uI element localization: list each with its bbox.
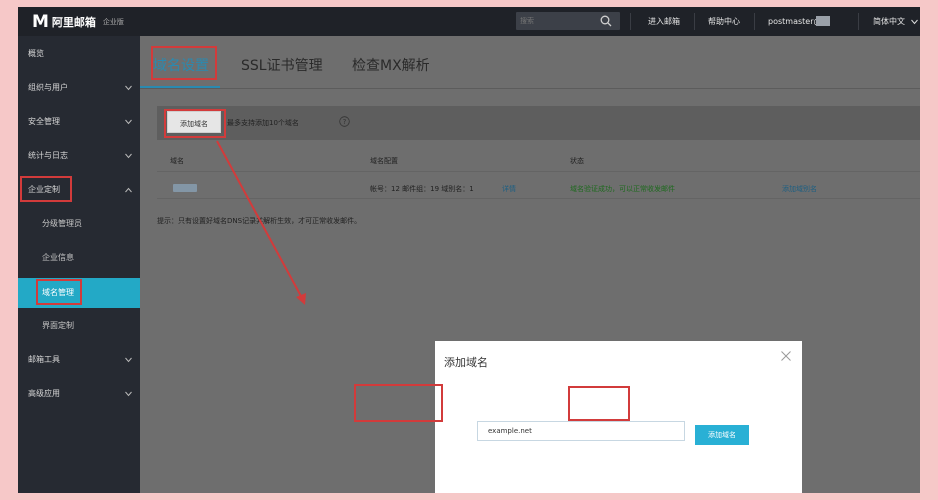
chevron-down-icon[interactable] xyxy=(911,19,918,25)
tab-ssl-certificates[interactable]: SSL证书管理 xyxy=(241,55,323,75)
sidebar-item-overview[interactable]: 概览 xyxy=(18,40,140,68)
account-menu[interactable]: postmaster@ xyxy=(768,7,822,36)
tab-divider xyxy=(140,88,920,89)
sidebar-item-advanced-apps[interactable]: 高级应用 xyxy=(18,380,140,408)
sidebar-item-label: 安全管理 xyxy=(28,117,60,126)
sidebar-item-label: 邮箱工具 xyxy=(28,355,60,364)
sidebar-item-stats-logs[interactable]: 统计与日志 xyxy=(18,142,140,170)
domain-detail-link[interactable]: 详情 xyxy=(502,184,516,194)
logo-name: 阿里邮箱 xyxy=(51,15,96,29)
divider xyxy=(630,13,631,30)
sidebar-item-org-users[interactable]: 组织与用户 xyxy=(18,74,140,102)
main-content: 域名设置 SSL证书管理 检查MX解析 添加域名 最多支持添加10个域名 ? 域… xyxy=(140,36,920,493)
sidebar-item-label: 分级管理员 xyxy=(42,219,82,228)
dns-tip: 提示：只有设置好域名DNS记录并解析生效，才可正常收发邮件。 xyxy=(157,217,362,225)
add-domain-dialog: 添加域名 添加域名 取消 xyxy=(435,341,802,493)
logo-edition: 企业版 xyxy=(102,17,124,26)
sidebar-item-sub-admins[interactable]: 分级管理员 xyxy=(18,210,140,238)
add-domain-button[interactable]: 添加域名 xyxy=(167,111,221,133)
enter-mailbox-link[interactable]: 进入邮箱 xyxy=(648,7,680,36)
domain-status-text: 域名验证成功，可以正常收发邮件 xyxy=(570,185,675,193)
sidebar-item-label: 概览 xyxy=(28,49,44,58)
account-avatar xyxy=(816,16,830,26)
divider xyxy=(858,13,859,30)
tab-bar: 域名设置 SSL证书管理 检查MX解析 xyxy=(140,36,920,89)
search-input[interactable] xyxy=(520,14,596,28)
dialog-title: 添加域名 xyxy=(444,356,488,369)
tab-domain-settings[interactable]: 域名设置 xyxy=(153,55,209,75)
search-icon[interactable] xyxy=(600,15,612,27)
chevron-down-icon xyxy=(125,357,132,363)
search-box xyxy=(516,12,620,30)
help-icon[interactable]: ? xyxy=(339,116,350,127)
svg-text:?: ? xyxy=(343,118,347,126)
sidebar-item-mail-tools[interactable]: 邮箱工具 xyxy=(18,346,140,374)
domain-config-counts: 帐号：12 邮件组：19 域别名：1 xyxy=(370,185,474,193)
sidebar: 概览 组织与用户 安全管理 统计与日志 企业定制 分级管理员 企业信息 域名管理… xyxy=(18,36,140,493)
language-select[interactable]: 简体中文 xyxy=(873,7,905,36)
sidebar-item-label: 统计与日志 xyxy=(28,151,68,160)
sidebar-item-label: 高级应用 xyxy=(28,389,60,398)
divider xyxy=(754,13,755,30)
divider xyxy=(694,13,695,30)
sidebar-item-company-info[interactable]: 企业信息 xyxy=(18,244,140,272)
domain-name-input[interactable] xyxy=(477,421,685,441)
sidebar-item-security[interactable]: 安全管理 xyxy=(18,108,140,136)
add-domain-alias-link[interactable]: 添加域别名 xyxy=(782,184,817,194)
sidebar-item-label: 域名管理 xyxy=(42,288,74,297)
sidebar-item-label: 企业定制 xyxy=(28,185,60,194)
chevron-down-icon xyxy=(125,85,132,91)
sidebar-item-domain-management[interactable]: 域名管理 xyxy=(18,278,140,308)
sidebar-item-label: 组织与用户 xyxy=(28,83,68,92)
sidebar-item-ui-custom[interactable]: 界面定制 xyxy=(18,312,140,340)
column-header-config: 域名配置 xyxy=(370,157,398,165)
chevron-down-icon xyxy=(125,391,132,397)
redacted-domain xyxy=(173,184,197,192)
column-header-domain: 域名 xyxy=(170,157,184,165)
column-header-status: 状态 xyxy=(570,157,584,165)
row-divider xyxy=(157,198,920,199)
row-divider xyxy=(157,171,920,172)
domain-toolbar: 添加域名 最多支持添加10个域名 ? xyxy=(157,106,920,140)
chevron-down-icon xyxy=(125,153,132,159)
sidebar-item-label: 界面定制 xyxy=(42,321,74,330)
confirm-add-domain-button[interactable]: 添加域名 xyxy=(695,425,749,445)
logo[interactable]: M 阿里邮箱 企业版 xyxy=(32,11,124,32)
top-bar: M 阿里邮箱 企业版 进入邮箱 帮助中心 postmaster@ 简体中文 xyxy=(18,7,920,36)
sidebar-item-enterprise-custom[interactable]: 企业定制 xyxy=(18,176,140,204)
sidebar-item-label: 企业信息 xyxy=(42,253,74,262)
app-window: M 阿里邮箱 企业版 进入邮箱 帮助中心 postmaster@ 简体中文 概览… xyxy=(18,7,920,493)
domain-limit-note: 最多支持添加10个域名 xyxy=(227,119,299,127)
tab-check-mx[interactable]: 检查MX解析 xyxy=(352,55,430,75)
chevron-up-icon xyxy=(125,187,132,193)
chevron-down-icon xyxy=(125,119,132,125)
close-icon[interactable] xyxy=(780,350,792,362)
logo-mark: M xyxy=(32,11,49,32)
help-center-link[interactable]: 帮助中心 xyxy=(708,7,740,36)
